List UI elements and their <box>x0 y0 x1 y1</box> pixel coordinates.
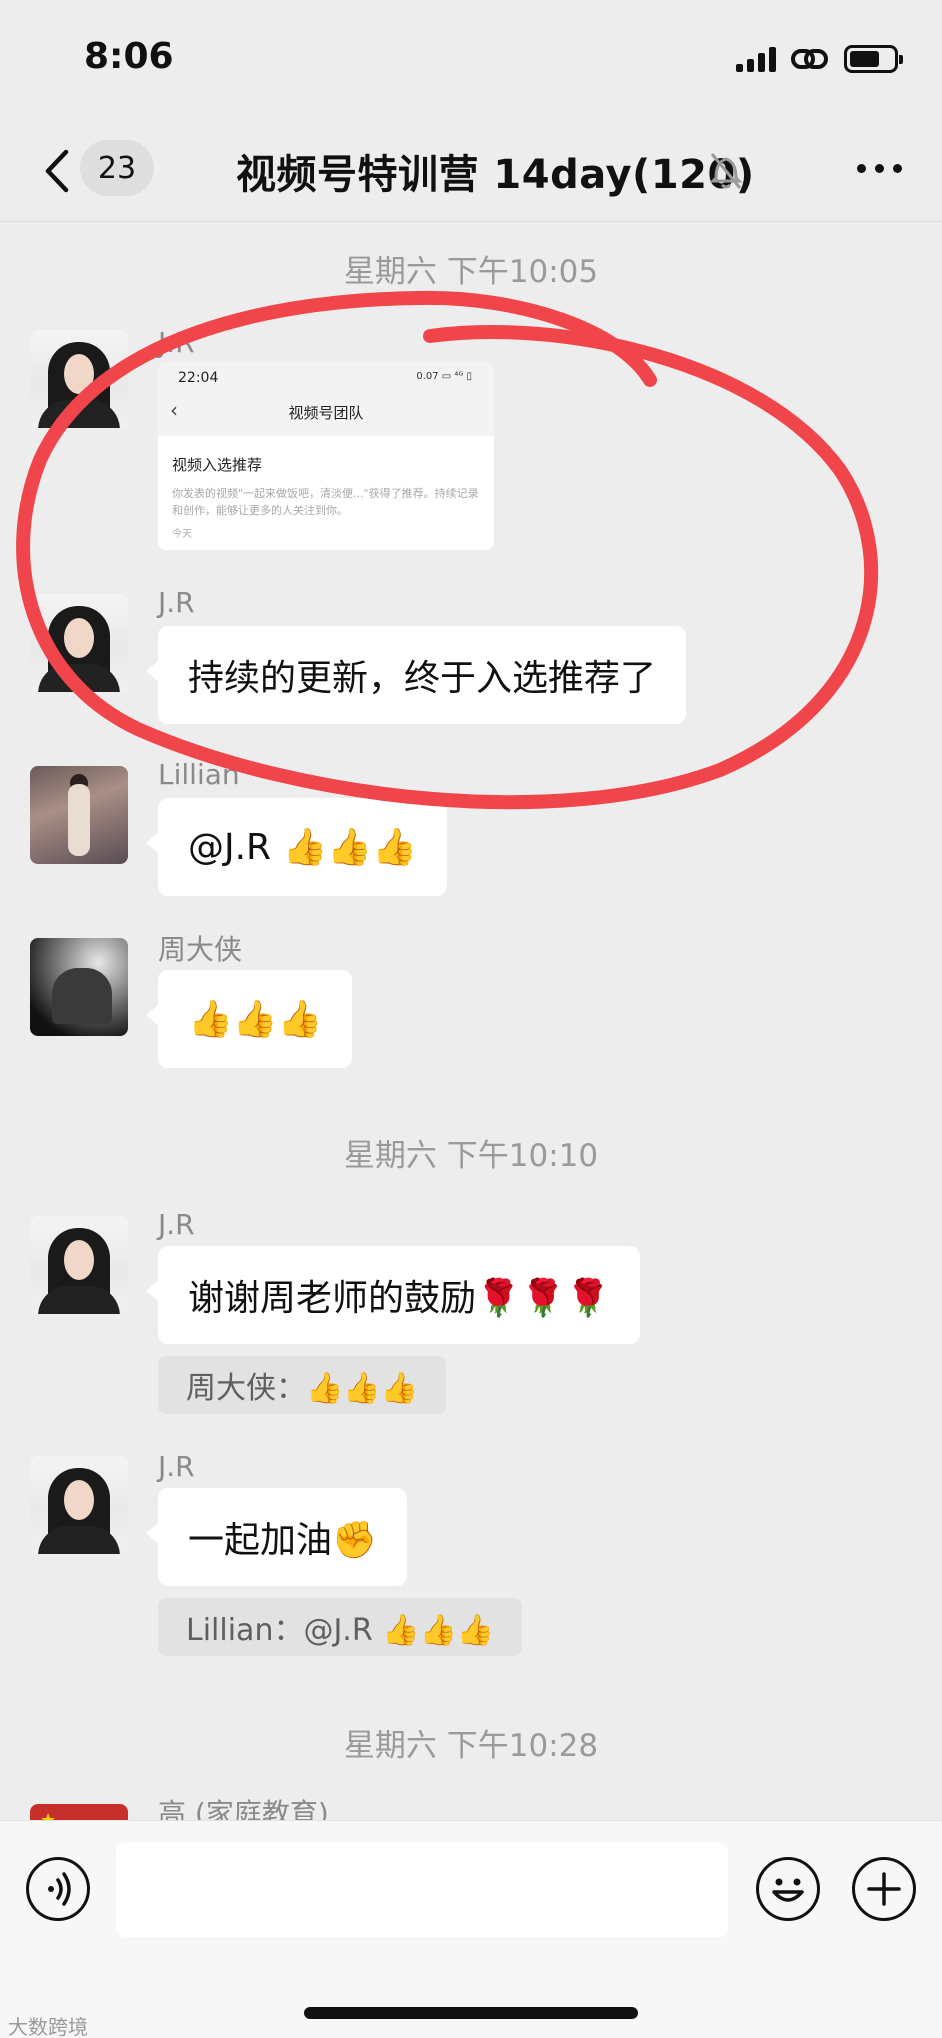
avatar-jr[interactable] <box>30 330 128 428</box>
link-icon <box>791 49 828 69</box>
avatar-jr[interactable] <box>30 594 128 692</box>
message-bubble[interactable]: 谢谢周老师的鼓励🌹🌹🌹 <box>145 1246 641 1344</box>
screenshot-card-time: 今天 <box>172 529 192 540</box>
sender-name: Lillian <box>158 758 240 791</box>
more-options-icon[interactable] <box>857 164 902 173</box>
mute-bell-icon <box>709 153 743 189</box>
home-indicator[interactable] <box>304 2007 638 2019</box>
status-icons <box>736 44 903 74</box>
voice-input-icon[interactable] <box>26 1857 90 1921</box>
message-bubble[interactable]: @J.R 👍👍👍 <box>146 798 447 896</box>
sender-name: 周大侠 <box>158 933 243 966</box>
unread-count-badge[interactable]: 23 <box>80 140 154 196</box>
avatar-jr[interactable] <box>30 1456 128 1554</box>
sender-name: J.R <box>158 326 195 359</box>
timestamp: 星期六 下午10:10 <box>343 1138 599 1174</box>
input-bar: 大数跨境 <box>0 1820 942 2038</box>
avatar-jr[interactable] <box>30 1216 128 1314</box>
screenshot-status-icons: 0.07 ▭ ⁴ᴳ ▯ <box>416 371 472 382</box>
image-message[interactable]: 22:04 0.07 ▭ ⁴ᴳ ▯ ‹ 视频号团队 视频入选推荐 你发表的视频"… <box>158 362 494 550</box>
screenshot-card-body: 你发表的视频"一起来做饭吧，清淡便..."获得了推荐。持续记录和创作，能够让更多… <box>172 487 479 517</box>
avatar-zhou[interactable] <box>30 938 128 1036</box>
sender-name: J.R <box>158 1208 195 1241</box>
sender-name: J.R <box>158 586 195 619</box>
avatar-lillian[interactable] <box>30 766 128 864</box>
status-bar: 8:06 <box>0 0 942 120</box>
message-bubble[interactable]: 👍👍👍 <box>145 970 353 1068</box>
screenshot-card-title: 视频入选推荐 <box>172 456 263 474</box>
message-bubble[interactable]: 持续的更新，终于入选推荐了 <box>145 626 687 724</box>
screenshot-title: 视频号团队 <box>288 404 364 422</box>
plus-icon[interactable] <box>852 1857 916 1921</box>
quoted-reply[interactable]: Lillian：@J.R 👍👍👍 <box>158 1598 523 1656</box>
quoted-reply[interactable]: 周大侠：👍👍👍 <box>158 1356 447 1414</box>
screenshot-card: 视频入选推荐 你发表的视频"一起来做饭吧，清淡便..."获得了推荐。持续记录和创… <box>158 436 494 550</box>
signal-icon <box>736 46 776 72</box>
timestamp: 星期六 下午10:05 <box>343 254 599 290</box>
back-chevron-icon[interactable] <box>38 146 78 196</box>
battery-icon <box>844 45 903 73</box>
emoji-icon[interactable] <box>756 1857 820 1921</box>
status-time: 8:06 <box>84 36 174 77</box>
message-bubble[interactable]: 一起加油✊ <box>146 1488 407 1586</box>
screenshot-time: 22:04 <box>178 370 219 386</box>
message-input[interactable] <box>116 1843 728 1937</box>
timestamp: 星期六 下午10:28 <box>343 1728 599 1764</box>
watermark: 大数跨境 <box>8 2015 88 2038</box>
chat-header: 23 视频号特训营 14day(120) <box>0 120 942 222</box>
sender-name: J.R <box>158 1450 195 1483</box>
chat-title: 视频号特训营 14day(120) <box>236 152 755 198</box>
